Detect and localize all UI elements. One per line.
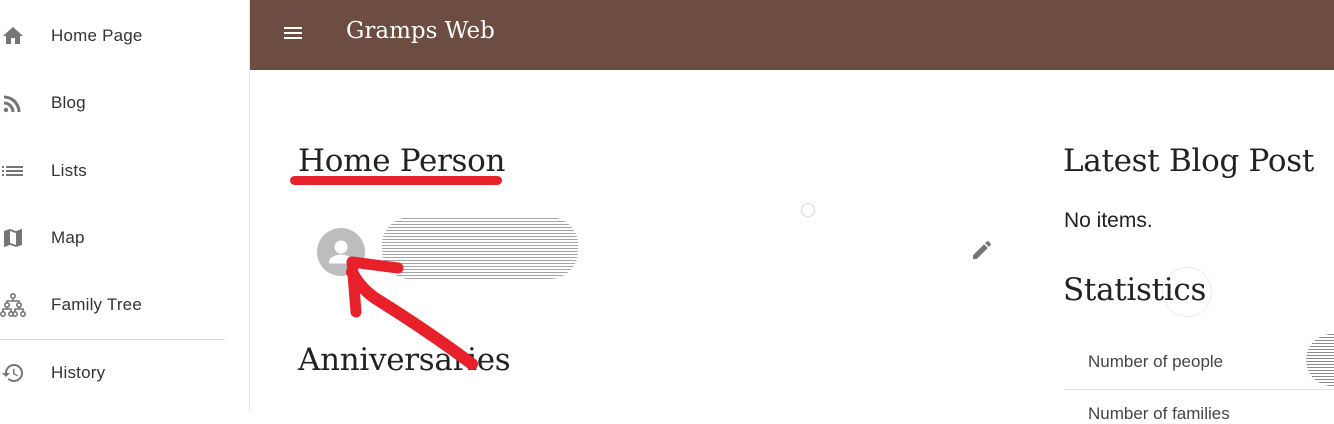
sidebar-item-family-tree[interactable]: Family Tree [0, 285, 249, 325]
sidebar-item-label: Family Tree [51, 295, 142, 314]
statistics-heading: Statistics [1063, 272, 1207, 308]
loading-indicator [801, 203, 815, 217]
map-icon [0, 226, 26, 250]
rss-icon [0, 91, 26, 115]
sidebar-item-label: History [51, 363, 106, 382]
menu-icon[interactable] [280, 21, 306, 47]
sidebar-divider [0, 339, 225, 340]
home-person-heading: Home Person [298, 143, 506, 179]
sidebar: Home Page Blog Lists Map Family Tree His… [0, 0, 250, 412]
sidebar-item-home-page[interactable]: Home Page [0, 16, 249, 56]
stat-row-divider [1064, 389, 1334, 390]
annotation-underline [290, 176, 502, 185]
pencil-icon[interactable] [970, 238, 994, 262]
home-icon [0, 24, 26, 48]
stat-label-families: Number of families [1088, 404, 1230, 423]
blog-empty-text: No items. [1064, 209, 1153, 232]
home-person-avatar[interactable] [317, 228, 365, 276]
sidebar-item-label: Blog [51, 93, 86, 112]
history-icon [0, 361, 26, 385]
top-app-bar: Gramps Web [250, 0, 1334, 70]
app-title: Gramps Web [346, 18, 495, 44]
home-person-name-redacted[interactable] [382, 217, 578, 279]
list-icon [0, 159, 26, 183]
person-icon [329, 240, 353, 264]
sidebar-item-blog[interactable]: Blog [0, 83, 249, 123]
family-tree-icon [0, 292, 26, 317]
stat-label-people: Number of people [1088, 352, 1224, 371]
stat-value-redacted [1306, 334, 1334, 386]
sidebar-item-map[interactable]: Map [0, 218, 249, 258]
sidebar-item-history[interactable]: History [0, 353, 249, 393]
sidebar-item-label: Home Page [51, 26, 143, 45]
sidebar-item-lists[interactable]: Lists [0, 151, 249, 191]
anniversaries-heading: Anniversaries [298, 342, 511, 378]
sidebar-item-label: Map [51, 228, 85, 247]
latest-blog-post-heading: Latest Blog Post [1063, 143, 1314, 179]
sidebar-item-label: Lists [51, 161, 87, 180]
